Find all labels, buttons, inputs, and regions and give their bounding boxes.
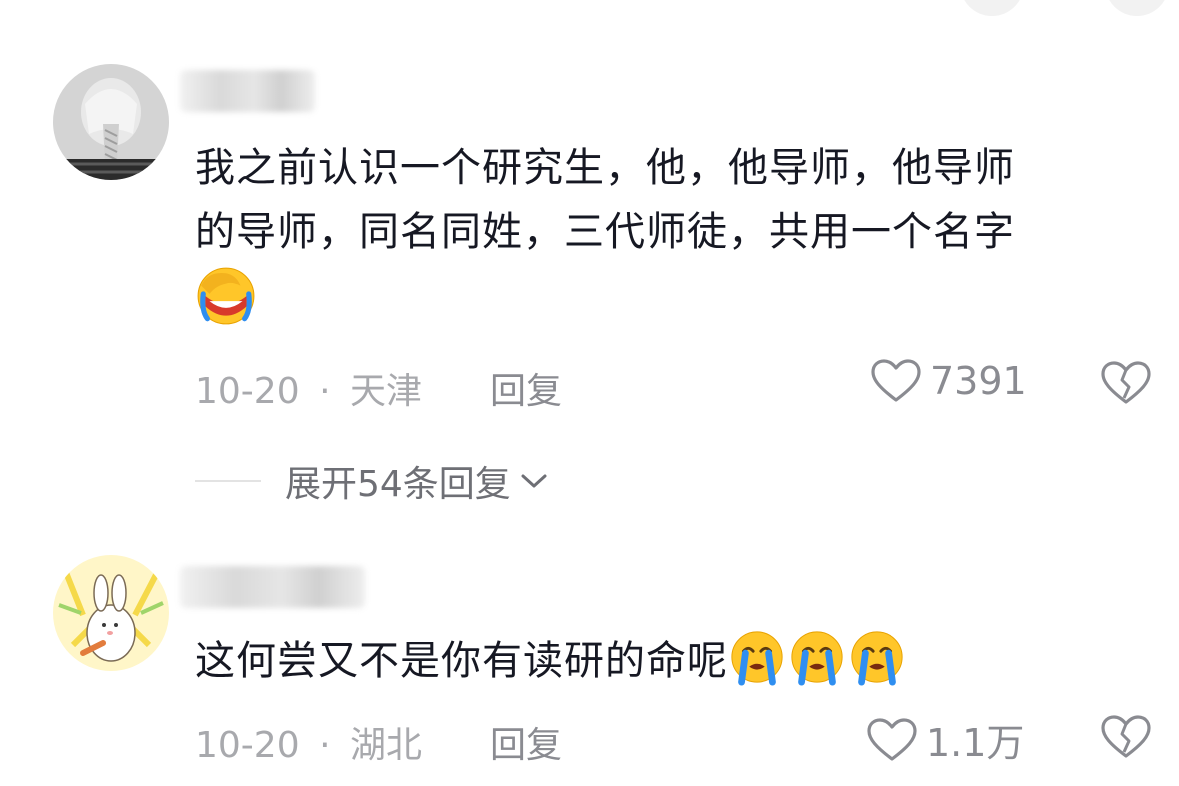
- comment-text-line: 这何尝又不是你有读研的命呢: [195, 638, 728, 684]
- loudly-crying-emoji-icon: [731, 631, 783, 686]
- like-count: 1.1万: [926, 721, 1025, 765]
- broken-heart-icon[interactable]: [1100, 714, 1152, 760]
- comment-location: 天津: [349, 371, 422, 412]
- heart-outline-icon: [871, 359, 921, 402]
- username-blurred[interactable]: [180, 566, 365, 608]
- comment-text-line: 我之前认识一个研究生，他，他导师，他导师: [195, 145, 1015, 191]
- chevron-down-icon: [521, 474, 547, 488]
- avatar[interactable]: [53, 555, 169, 671]
- braided-hair-portrait-icon: [53, 64, 169, 180]
- top-action-circle[interactable]: [1105, 0, 1169, 16]
- expand-replies-label: 展开54条回复: [285, 464, 511, 505]
- expand-replies-button[interactable]: 展开54条回复: [195, 455, 549, 507]
- comment-date: 10-20: [195, 725, 300, 766]
- broken-heart-icon[interactable]: [1100, 360, 1152, 406]
- like-button[interactable]: 1.1万: [866, 712, 1024, 767]
- comment-date: 10-20: [195, 371, 300, 412]
- comment-meta: 10-20 · 湖北 回复: [195, 716, 562, 766]
- reply-button[interactable]: 回复: [490, 716, 562, 768]
- comment-meta: 10-20 · 天津 回复: [195, 362, 562, 412]
- facepalm-crying-emoji-icon: [197, 267, 255, 325]
- loudly-crying-emoji-icon: [851, 631, 903, 686]
- reply-button[interactable]: 回复: [490, 362, 562, 414]
- cartoon-rabbit-icon: [53, 555, 169, 671]
- like-count: 7391: [930, 359, 1027, 403]
- top-action-circle[interactable]: [960, 0, 1024, 16]
- avatar[interactable]: [53, 64, 169, 180]
- divider-line: [195, 480, 261, 482]
- meta-separator: ·: [319, 371, 331, 412]
- comment-location: 湖北: [349, 725, 422, 766]
- like-button[interactable]: 7391: [870, 358, 1027, 404]
- comment-text: 这何尝又不是你有读研的命呢: [195, 628, 1165, 693]
- heart-outline-icon: [867, 717, 917, 761]
- comment-text-line: 的导师，同名同姓，三代师徒，共用一个名字: [195, 209, 1015, 255]
- username-blurred[interactable]: [180, 70, 315, 112]
- comment-text: 我之前认识一个研究生，他，他导师，他导师 的导师，同名同姓，三代师徒，共用一个名…: [195, 136, 1165, 344]
- meta-separator: ·: [319, 725, 331, 766]
- loudly-crying-emoji-icon: [791, 631, 843, 686]
